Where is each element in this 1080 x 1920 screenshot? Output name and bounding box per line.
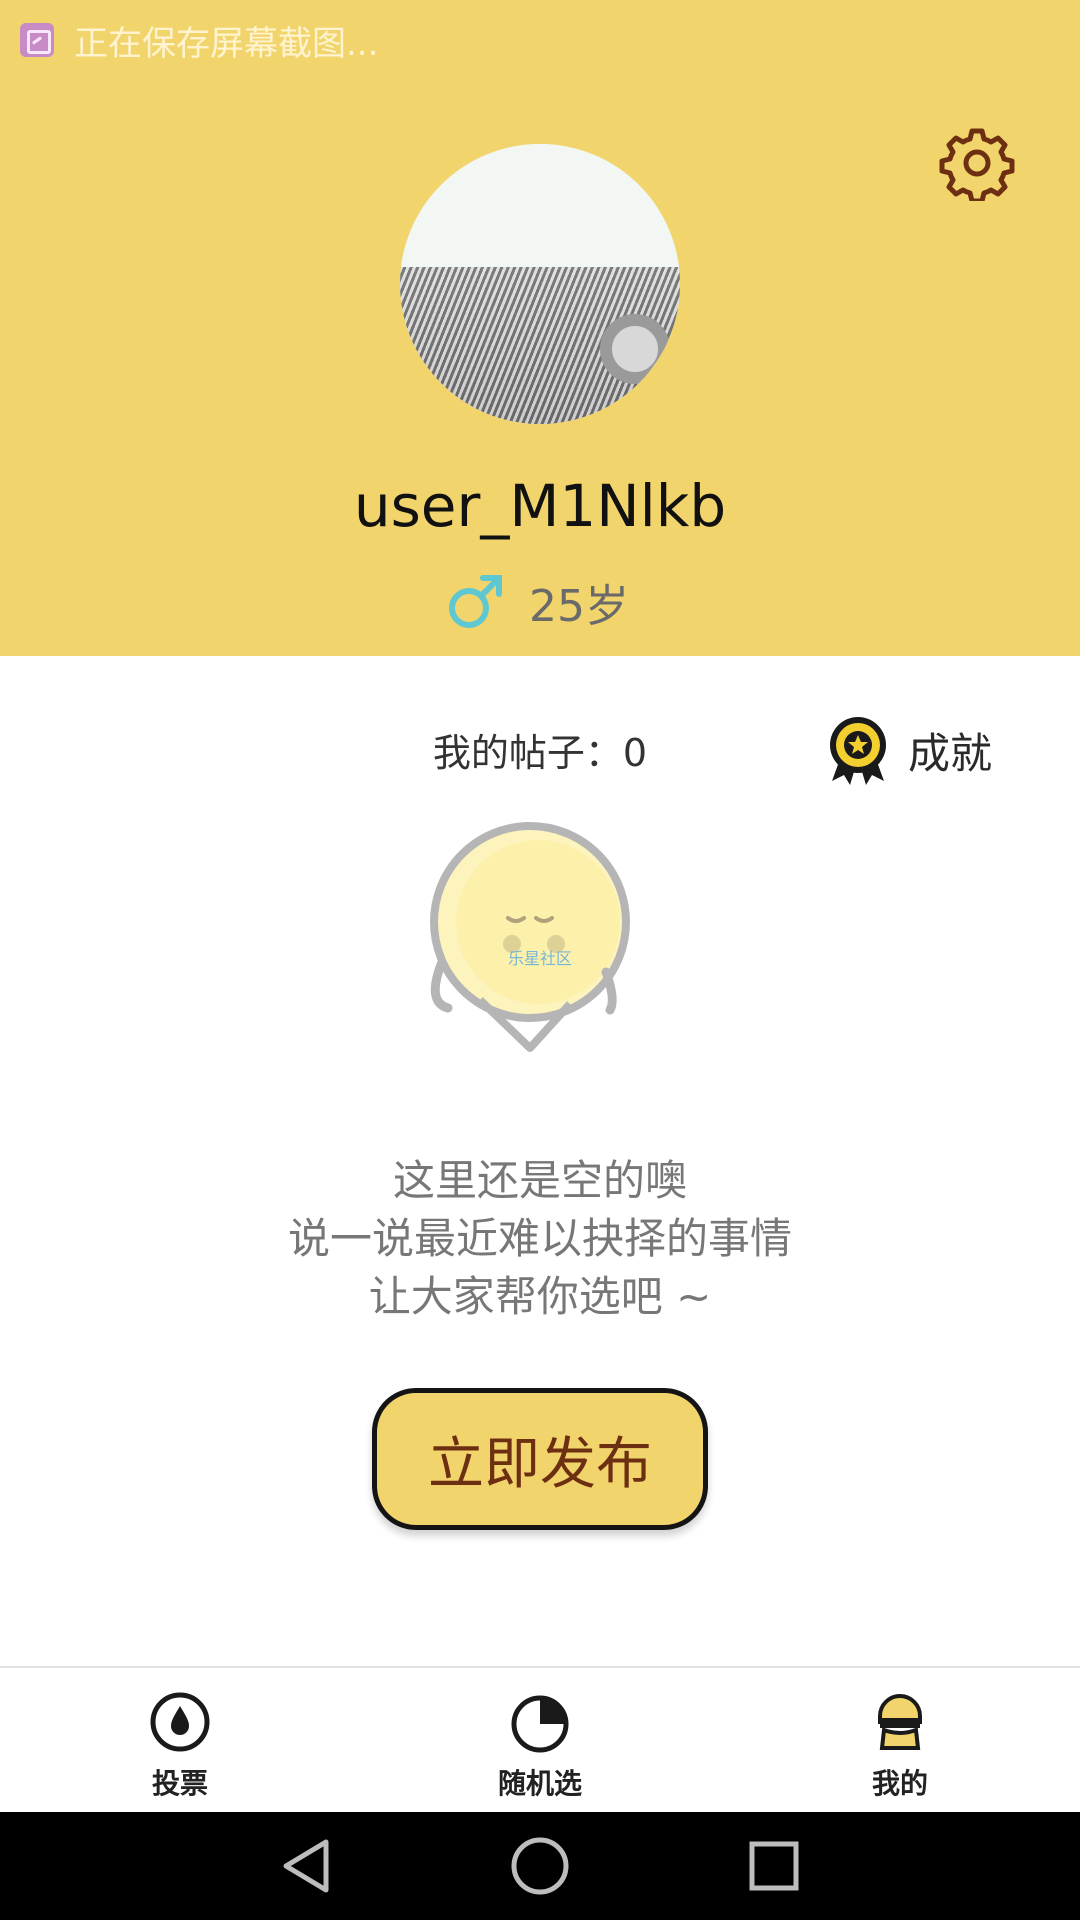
medal-icon — [830, 717, 886, 785]
tab-mine[interactable]: 我的 — [720, 1668, 1080, 1812]
settings-button[interactable] — [932, 118, 1022, 208]
gear-icon — [939, 128, 1015, 201]
empty-line-1: 这里还是空的噢 — [392, 1156, 687, 1205]
username: user_M1Nlkb — [353, 472, 727, 540]
tab-mine-label: 我的 — [871, 1767, 928, 1800]
profile-header: 正在保存屏幕截图... user_M1Nlkb 25岁 — [0, 0, 1080, 656]
empty-line-3: 让大家帮你选吧 ~ — [368, 1272, 712, 1321]
home-circle-icon — [511, 1837, 569, 1895]
notification-text: 正在保存屏幕截图... — [74, 23, 379, 64]
publish-now-button[interactable]: 立即发布 — [372, 1388, 708, 1530]
recents-square-icon — [749, 1841, 799, 1891]
profile-meta: 25岁 — [0, 570, 1080, 634]
pie-chart-icon — [511, 1695, 569, 1753]
vote-drop-icon — [150, 1692, 210, 1752]
avatar[interactable] — [400, 144, 680, 424]
achievement-button[interactable]: 成就 — [826, 710, 992, 790]
system-navigation-bar — [0, 1812, 1080, 1920]
sad-face-illustration: 乐星社区 — [430, 822, 630, 1052]
profile-icon — [878, 1693, 922, 1750]
age-label: 25岁 — [529, 581, 629, 632]
back-button[interactable] — [274, 1834, 338, 1898]
screenshot-icon — [20, 23, 54, 57]
male-icon — [449, 575, 502, 628]
back-triangle-icon — [283, 1839, 329, 1893]
empty-state-illustration: 乐星社区 — [430, 822, 650, 1052]
bottom-tab-bar: 投票 随机选 我的 — [0, 1666, 1080, 1812]
my-posts-count[interactable]: 我的帖子：0 — [380, 722, 700, 777]
recents-button[interactable] — [742, 1834, 806, 1898]
app-screen: 正在保存屏幕截图... user_M1Nlkb 25岁 我的帖子：0 成就 乐星… — [0, 0, 1080, 1920]
empty-line-2: 说一说最近难以抉择的事情 — [287, 1214, 792, 1263]
tab-vote[interactable]: 投票 — [0, 1668, 360, 1812]
watermark-text: 乐星社区 — [508, 949, 572, 968]
achievement-label: 成就 — [908, 728, 993, 778]
tab-vote-label: 投票 — [151, 1767, 208, 1800]
avatar-object — [600, 314, 670, 384]
empty-state-message: 这里还是空的噢 说一说最近难以抉择的事情 让大家帮你选吧 ~ — [0, 1152, 1080, 1326]
tab-random-pick[interactable]: 随机选 — [360, 1668, 720, 1812]
tab-random-pick-label: 随机选 — [497, 1767, 582, 1800]
status-notification: 正在保存屏幕截图... — [20, 18, 379, 64]
avatar-sky — [400, 144, 680, 268]
home-button[interactable] — [508, 1834, 572, 1898]
